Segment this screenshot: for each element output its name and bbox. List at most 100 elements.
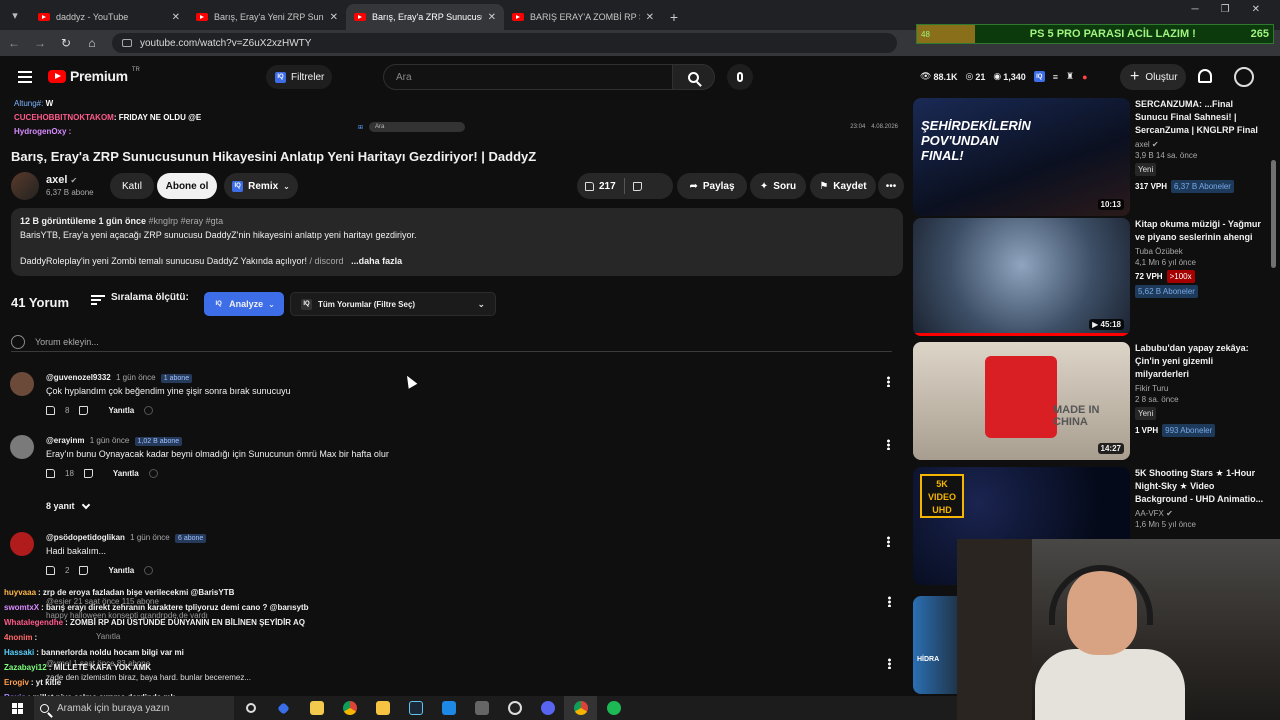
minimize-icon[interactable]: ─ <box>1192 4 1199 15</box>
more-vert-icon[interactable] <box>887 376 890 387</box>
discord-link[interactable]: / discord <box>310 256 344 266</box>
search-input[interactable]: Ara <box>383 64 673 90</box>
browser-tab-1[interactable]: daddyz - YouTube ✕ <box>30 4 188 30</box>
app-icon[interactable] <box>432 696 465 720</box>
sort-button[interactable]: Sıralama ölçütü: <box>111 292 189 303</box>
list-icon[interactable]: ≡ <box>1053 72 1058 82</box>
trophy-icon[interactable]: ♜ <box>1066 71 1074 82</box>
sort-icon[interactable] <box>91 295 105 305</box>
recommendation-item[interactable]: ŞEHİRDEKİLERİN POV'UNDAN FINAL! 10:13 SE… <box>913 98 1273 216</box>
video-thumbnail[interactable]: ŞEHİRDEKİLERİN POV'UNDAN FINAL! 10:13 <box>913 98 1130 216</box>
video-thumbnail[interactable]: ▶ 45:18 <box>913 218 1130 336</box>
more-vert-icon[interactable] <box>887 439 890 450</box>
video-title[interactable]: Kitap okuma müziği - Yağmur ve piyano se… <box>1135 218 1267 244</box>
more-vert-icon[interactable] <box>888 658 891 669</box>
voice-search-button[interactable] <box>727 64 753 90</box>
analyze-comment-icon[interactable] <box>144 406 154 415</box>
notifications-bell-icon[interactable] <box>1198 69 1212 83</box>
commenter-avatar[interactable] <box>10 532 34 556</box>
analyze-comment-icon[interactable] <box>144 566 154 575</box>
comment-time[interactable]: 1 gün önce <box>90 436 130 445</box>
video-title[interactable]: Labubu'dan yapay zekâya: Çin'in yeni giz… <box>1135 342 1267 381</box>
close-icon[interactable]: ✕ <box>646 12 654 23</box>
save-button[interactable]: ⚑ Kaydet <box>810 173 876 199</box>
show-more-link[interactable]: ...daha fazla <box>351 256 402 266</box>
recommendation-item[interactable]: ▶ 45:18 Kitap okuma müziği - Yağmur ve p… <box>913 218 1273 336</box>
thumb-up-icon[interactable] <box>46 469 55 478</box>
chrome-icon[interactable] <box>333 696 366 720</box>
more-actions-button[interactable]: ••• <box>878 173 904 199</box>
dislike-button[interactable] <box>632 181 642 191</box>
sidebar-scrollbar[interactable] <box>1271 160 1276 268</box>
thumb-up-icon[interactable] <box>46 406 55 415</box>
reply-button[interactable]: Yanıtla <box>113 469 139 478</box>
channel-name[interactable]: Fikir Turu <box>1135 383 1267 394</box>
comment-filter-select[interactable]: IQ Tüm Yorumlar (Filtre Seç) ⌄ <box>290 292 496 316</box>
file-explorer-icon[interactable] <box>366 696 399 720</box>
close-icon[interactable]: ✕ <box>488 12 496 23</box>
ask-button[interactable]: ✦ Soru <box>750 173 806 199</box>
reply-button[interactable]: Yanıtla <box>108 406 134 415</box>
channel-name[interactable]: Tuba Özübek <box>1135 246 1267 257</box>
thumb-up-icon[interactable] <box>46 566 55 575</box>
close-window-icon[interactable]: ✕ <box>1252 4 1260 15</box>
taskbar-search[interactable]: Aramak için buraya yazın <box>34 696 234 720</box>
menu-icon[interactable] <box>18 71 32 83</box>
show-replies-button[interactable]: 8 yanıt <box>46 500 90 511</box>
subscribe-button[interactable]: Abone ol <box>157 173 217 199</box>
site-info-icon[interactable] <box>122 39 132 47</box>
reload-icon[interactable]: ↻ <box>60 36 72 50</box>
comment-time[interactable]: 1 gün önce <box>116 373 156 382</box>
url-field[interactable]: youtube.com/watch?v=Z6uX2xzHWTY <box>112 33 897 53</box>
notification-dot-icon[interactable]: ● <box>1082 72 1087 82</box>
join-button[interactable]: Katıl <box>110 173 154 199</box>
forward-arrow-icon[interactable]: → <box>34 36 46 50</box>
commenter-name[interactable]: @erayinm <box>46 436 84 445</box>
browser-tab-2[interactable]: Barış, Eray'a Yeni ZRP Sunucusu ✕ <box>188 4 346 30</box>
hashtags[interactable]: #knglrp #eray #gta <box>149 216 224 226</box>
commenter-avatar[interactable] <box>10 372 34 396</box>
app-icon[interactable] <box>267 696 300 720</box>
tab-search-icon[interactable]: ▾ <box>0 0 30 30</box>
steam-icon[interactable] <box>399 696 432 720</box>
obs-icon[interactable] <box>498 696 531 720</box>
recommendation-item[interactable]: MADE IN CHINA 14:27 Labubu'dan yapay zek… <box>913 342 1273 460</box>
reply-button[interactable]: Yanıtla <box>108 566 134 575</box>
account-avatar[interactable] <box>1234 67 1254 87</box>
spotify-icon[interactable] <box>597 696 630 720</box>
commenter-avatar[interactable] <box>10 435 34 459</box>
share-button[interactable]: ➦ Paylaş <box>677 173 747 199</box>
back-arrow-icon[interactable]: ← <box>8 36 20 50</box>
like-button[interactable]: 217 <box>585 181 616 192</box>
task-view-icon[interactable] <box>234 696 267 720</box>
channel-name[interactable]: axel ✔ <box>46 174 77 186</box>
home-icon[interactable]: ⌂ <box>86 36 98 50</box>
youtube-logo[interactable]: Premium TR <box>48 67 140 84</box>
iq-icon[interactable]: IQ <box>1033 71 1045 82</box>
calendar-app-icon[interactable] <box>300 696 333 720</box>
comment-time[interactable]: 1 gün önce <box>130 533 170 542</box>
channel-name[interactable]: axel ✔ <box>1135 139 1267 150</box>
chrome-icon[interactable] <box>564 696 597 720</box>
remix-button[interactable]: IQ Remix ⌄ <box>224 173 298 199</box>
browser-tab-3[interactable]: Barış, Eray'a ZRP Sunucusunun ✕ <box>346 4 504 30</box>
browser-tab-4[interactable]: BARIŞ ERAY'A ZOMBİ RP SUNUCU ✕ <box>504 4 662 30</box>
app-icon[interactable] <box>465 696 498 720</box>
search-button[interactable] <box>673 64 715 90</box>
analyze-comment-icon[interactable] <box>148 469 158 478</box>
channel-avatar[interactable] <box>11 172 39 200</box>
video-player-bottom[interactable]: Altung#: W CUCEHOBBITNOKTAKOM: FRIDAY NE… <box>0 98 912 138</box>
video-title[interactable]: SERCANZUMA: ...Final Sunucu Final Sahnes… <box>1135 98 1267 137</box>
video-thumbnail[interactable]: MADE IN CHINA 14:27 <box>913 342 1130 460</box>
close-icon[interactable]: ✕ <box>330 12 338 23</box>
video-title[interactable]: 5K Shooting Stars ★ 1-Hour Night-Sky ★ V… <box>1135 467 1267 506</box>
thumb-down-icon[interactable] <box>79 566 89 575</box>
thumb-down-icon[interactable] <box>79 406 89 415</box>
filters-button[interactable]: IQ Filtreler <box>266 65 332 89</box>
discord-icon[interactable] <box>531 696 564 720</box>
add-comment-field[interactable]: Yorum ekleyin... <box>11 332 892 352</box>
more-vert-icon[interactable] <box>887 536 890 547</box>
thumb-down-icon[interactable] <box>83 469 93 478</box>
commenter-name[interactable]: @guvenozel9332 <box>46 373 111 382</box>
new-tab-button[interactable]: + <box>662 4 686 30</box>
